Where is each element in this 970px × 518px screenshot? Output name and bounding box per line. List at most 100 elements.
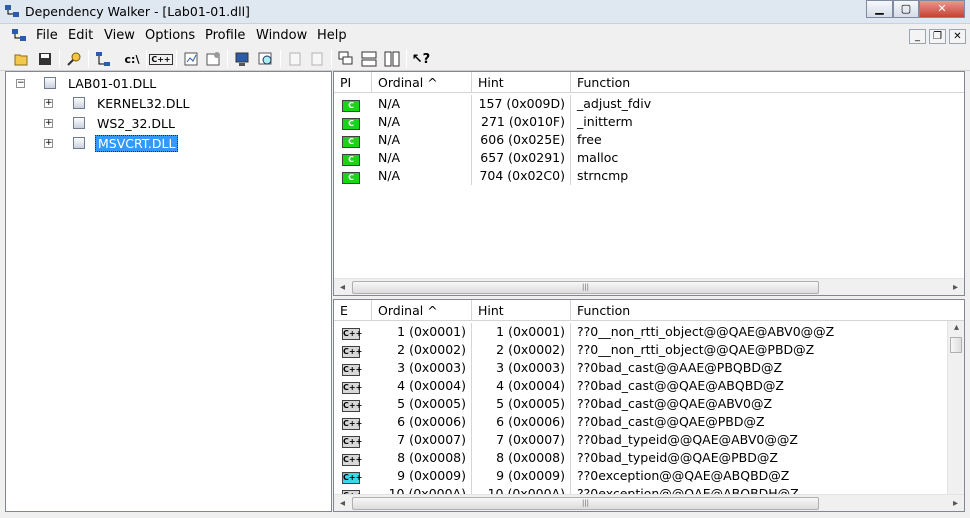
- table-row[interactable]: C++ 6 (0x0006) 6 (0x0006) ??0bad_cast@@QAE@…: [334, 413, 941, 431]
- save-icon[interactable]: [36, 50, 54, 68]
- hint-cell: 606 (0x025E): [472, 131, 571, 149]
- scroll-left-icon[interactable]: ◂: [334, 495, 351, 511]
- toolbar-separator: [59, 50, 60, 68]
- table-row[interactable]: C++ 4 (0x0004) 4 (0x0004) ??0bad_cast@@QAE@…: [334, 377, 941, 395]
- badge-cell: C: [334, 95, 372, 113]
- column-header-pi[interactable]: PI: [334, 72, 372, 93]
- scroll-right-icon[interactable]: ▸: [947, 279, 964, 295]
- table-row[interactable]: C N/A 271 (0x010F) _initterm: [334, 113, 941, 131]
- tile-horizontal-icon[interactable]: [360, 50, 378, 68]
- function-cell: _adjust_fdiv: [577, 96, 652, 111]
- column-header-function[interactable]: Function: [571, 72, 964, 93]
- table-row[interactable]: C N/A 606 (0x025E) free: [334, 131, 941, 149]
- tree-node-label: MSVCRT.DLL: [95, 134, 179, 152]
- collapse-icon[interactable]: −: [16, 79, 25, 88]
- function-type-icon: C: [342, 154, 360, 166]
- table-row[interactable]: C++ 9 (0x0009) 9 (0x0009) ??0exception@@QAE…: [334, 467, 941, 485]
- table-row[interactable]: C N/A 657 (0x0291) malloc: [334, 149, 941, 167]
- function-cell: ??0bad_typeid@@QAE@ABV0@@Z: [577, 432, 798, 447]
- ordinal-cell: N/A: [372, 167, 472, 185]
- mdi-restore-button[interactable]: ❐: [929, 29, 946, 44]
- help-context-icon[interactable]: ↖?: [412, 50, 430, 68]
- function-type-icon: C: [342, 100, 360, 112]
- tree-node-label: WS2_32.DLL: [97, 115, 175, 131]
- close-button[interactable]: ✕: [919, 0, 965, 18]
- find-icon[interactable]: [65, 50, 83, 68]
- menu-file[interactable]: File: [36, 28, 58, 43]
- function-cell: ??0bad_cast@@QAE@ABV0@Z: [577, 396, 773, 411]
- path-icon[interactable]: c:\: [123, 50, 141, 68]
- column-header-e[interactable]: E: [334, 300, 372, 321]
- cpp-icon[interactable]: C++: [149, 50, 173, 68]
- table-row[interactable]: C N/A 157 (0x009D) _adjust_fdiv: [334, 95, 941, 113]
- next-icon[interactable]: [286, 50, 304, 68]
- badge-cell: C: [334, 167, 372, 185]
- column-header-function[interactable]: Function: [571, 300, 964, 321]
- imports-list[interactable]: PI Ordinal ^ Hint Function C N/A 157 (0x00…: [333, 71, 965, 296]
- scroll-thumb[interactable]: |||: [352, 281, 819, 294]
- ordinal-cell: 9 (0x0009): [372, 467, 472, 485]
- toolbar-separator: [280, 50, 281, 68]
- menu-window[interactable]: Window: [256, 28, 307, 43]
- menu-options[interactable]: Options: [145, 28, 195, 43]
- expand-icon[interactable]: +: [44, 139, 53, 148]
- badge-cell: C++: [334, 341, 372, 359]
- tree-node-ws2-32[interactable]: WS2_32.DLL: [73, 114, 177, 132]
- badge-cell: C++: [334, 413, 372, 431]
- imports-header: PI Ordinal ^ Hint Function: [334, 72, 964, 93]
- function-type-icon: C++: [342, 382, 363, 394]
- table-row[interactable]: C++ 2 (0x0002) 2 (0x0002) ??0__non_rtti_obj…: [334, 341, 941, 359]
- expand-icon[interactable]: +: [44, 99, 53, 108]
- tree-node-root[interactable]: LAB01-01.DLL: [44, 74, 158, 92]
- mdi-close-button[interactable]: ✕: [949, 29, 966, 44]
- column-header-ordinal[interactable]: Ordinal ^: [372, 300, 472, 321]
- scroll-thumb[interactable]: |||: [352, 497, 819, 510]
- function-cell: ??0bad_cast@@QAE@ABQBD@Z: [577, 378, 784, 393]
- open-icon[interactable]: [13, 50, 31, 68]
- scroll-thumb[interactable]: [950, 337, 962, 353]
- ordinal-cell: 4 (0x0004): [372, 377, 472, 395]
- configure-icon[interactable]: [182, 50, 200, 68]
- table-row[interactable]: C++ 8 (0x0008) 8 (0x0008) ??0bad_typeid@@QA…: [334, 449, 941, 467]
- exports-vscrollbar[interactable]: ▴: [947, 321, 964, 494]
- function-cell: ??0__non_rtti_object@@QAE@PBD@Z: [577, 342, 815, 357]
- table-row[interactable]: C++ 5 (0x0005) 5 (0x0005) ??0bad_cast@@QAE@…: [334, 395, 941, 413]
- menu-view[interactable]: View: [104, 28, 135, 43]
- tile-vertical-icon[interactable]: [383, 50, 401, 68]
- prev-icon[interactable]: [308, 50, 326, 68]
- minimize-button[interactable]: ▁: [866, 0, 893, 18]
- function-type-icon: C: [342, 118, 360, 130]
- scroll-up-icon[interactable]: ▴: [948, 321, 964, 335]
- tree-node-kernel32[interactable]: KERNEL32.DLL: [73, 94, 191, 112]
- scroll-left-icon[interactable]: ◂: [334, 279, 351, 295]
- menu-help[interactable]: Help: [317, 28, 347, 43]
- imports-hscrollbar[interactable]: ◂ ||| ▸: [334, 278, 964, 295]
- table-row[interactable]: C++ 7 (0x0007) 7 (0x0007) ??0bad_typeid@@QA…: [334, 431, 941, 449]
- column-header-hint[interactable]: Hint: [472, 72, 571, 93]
- menu-bar: File Edit View Options Profile Window He…: [0, 25, 970, 47]
- tree-icon[interactable]: [94, 50, 112, 68]
- search-module-icon[interactable]: [257, 50, 275, 68]
- document-icon[interactable]: [12, 29, 27, 42]
- table-row[interactable]: C N/A 704 (0x02C0) strncmp: [334, 167, 941, 185]
- properties-icon[interactable]: [204, 50, 222, 68]
- exports-list[interactable]: E Ordinal ^ Hint Function C++ 1 (0x0001) 1…: [333, 299, 965, 512]
- menu-profile[interactable]: Profile: [205, 28, 245, 43]
- menu-edit[interactable]: Edit: [68, 28, 93, 43]
- table-row[interactable]: C++ 1 (0x0001) 1 (0x0001) ??0__non_rtti_obj…: [334, 323, 941, 341]
- ordinal-cell: 2 (0x0002): [372, 341, 472, 359]
- exports-hscrollbar[interactable]: ◂ ||| ▸: [334, 494, 964, 511]
- badge-cell: C++: [334, 449, 372, 467]
- mdi-minimize-button[interactable]: _: [909, 29, 926, 44]
- column-header-hint[interactable]: Hint: [472, 300, 571, 321]
- tree-node-msvcrt[interactable]: MSVCRT.DLL: [73, 134, 179, 152]
- table-row[interactable]: C++ 3 (0x0003) 3 (0x0003) ??0bad_cast@@AAE@…: [334, 359, 941, 377]
- cascade-icon[interactable]: [337, 50, 355, 68]
- view-icon[interactable]: [233, 50, 251, 68]
- scroll-right-icon[interactable]: ▸: [947, 495, 964, 511]
- column-header-ordinal[interactable]: Ordinal ^: [372, 72, 472, 93]
- module-tree[interactable]: − LAB01-01.DLL + KERNEL32.DLL + WS2_32.D…: [5, 71, 332, 512]
- maximize-button[interactable]: ▢: [893, 0, 919, 18]
- ordinal-cell: N/A: [372, 95, 472, 113]
- expand-icon[interactable]: +: [44, 119, 53, 128]
